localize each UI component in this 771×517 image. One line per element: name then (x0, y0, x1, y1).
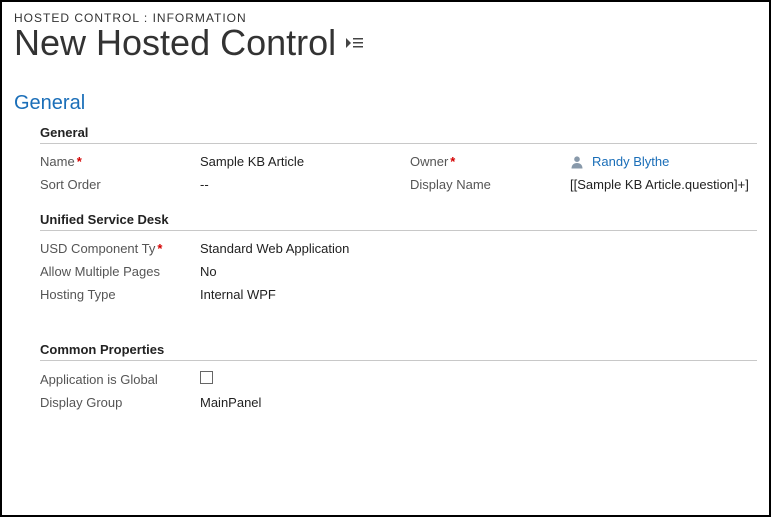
section-usd: Unified Service Desk USD Component Ty St… (40, 212, 757, 302)
page-title: New Hosted Control (14, 22, 336, 64)
tab-general[interactable]: General (14, 92, 757, 115)
label-app-global: Application is Global (40, 372, 200, 387)
label-sort-order: Sort Order (40, 177, 200, 192)
value-component-type[interactable]: Standard Web Application (200, 241, 500, 256)
value-allow-multiple[interactable]: No (200, 264, 500, 279)
value-owner[interactable]: Randy Blythe (592, 154, 669, 169)
value-hosting-type[interactable]: Internal WPF (200, 287, 500, 302)
form-selector-icon[interactable] (346, 36, 364, 50)
section-common-properties: Common Properties Application is Global … (40, 342, 757, 410)
value-display-group[interactable]: MainPanel (200, 395, 500, 410)
label-display-group: Display Group (40, 395, 200, 410)
label-hosting-type: Hosting Type (40, 287, 200, 302)
value-name[interactable]: Sample KB Article (200, 154, 410, 169)
section-header-general: General (40, 125, 757, 144)
label-display-name: Display Name (410, 177, 570, 192)
person-icon (570, 155, 584, 169)
section-header-common: Common Properties (40, 342, 757, 361)
section-header-usd: Unified Service Desk (40, 212, 757, 231)
checkbox-app-global[interactable] (200, 371, 213, 384)
section-general: General Name Sample KB Article Owner Ran… (40, 125, 757, 192)
value-sort-order[interactable]: -- (200, 177, 410, 192)
label-component-type: USD Component Ty (40, 241, 200, 256)
label-allow-multiple: Allow Multiple Pages (40, 264, 200, 279)
label-name: Name (40, 154, 200, 169)
label-owner: Owner (410, 154, 570, 169)
value-display-name[interactable]: [[Sample KB Article.question]+] (570, 177, 770, 192)
